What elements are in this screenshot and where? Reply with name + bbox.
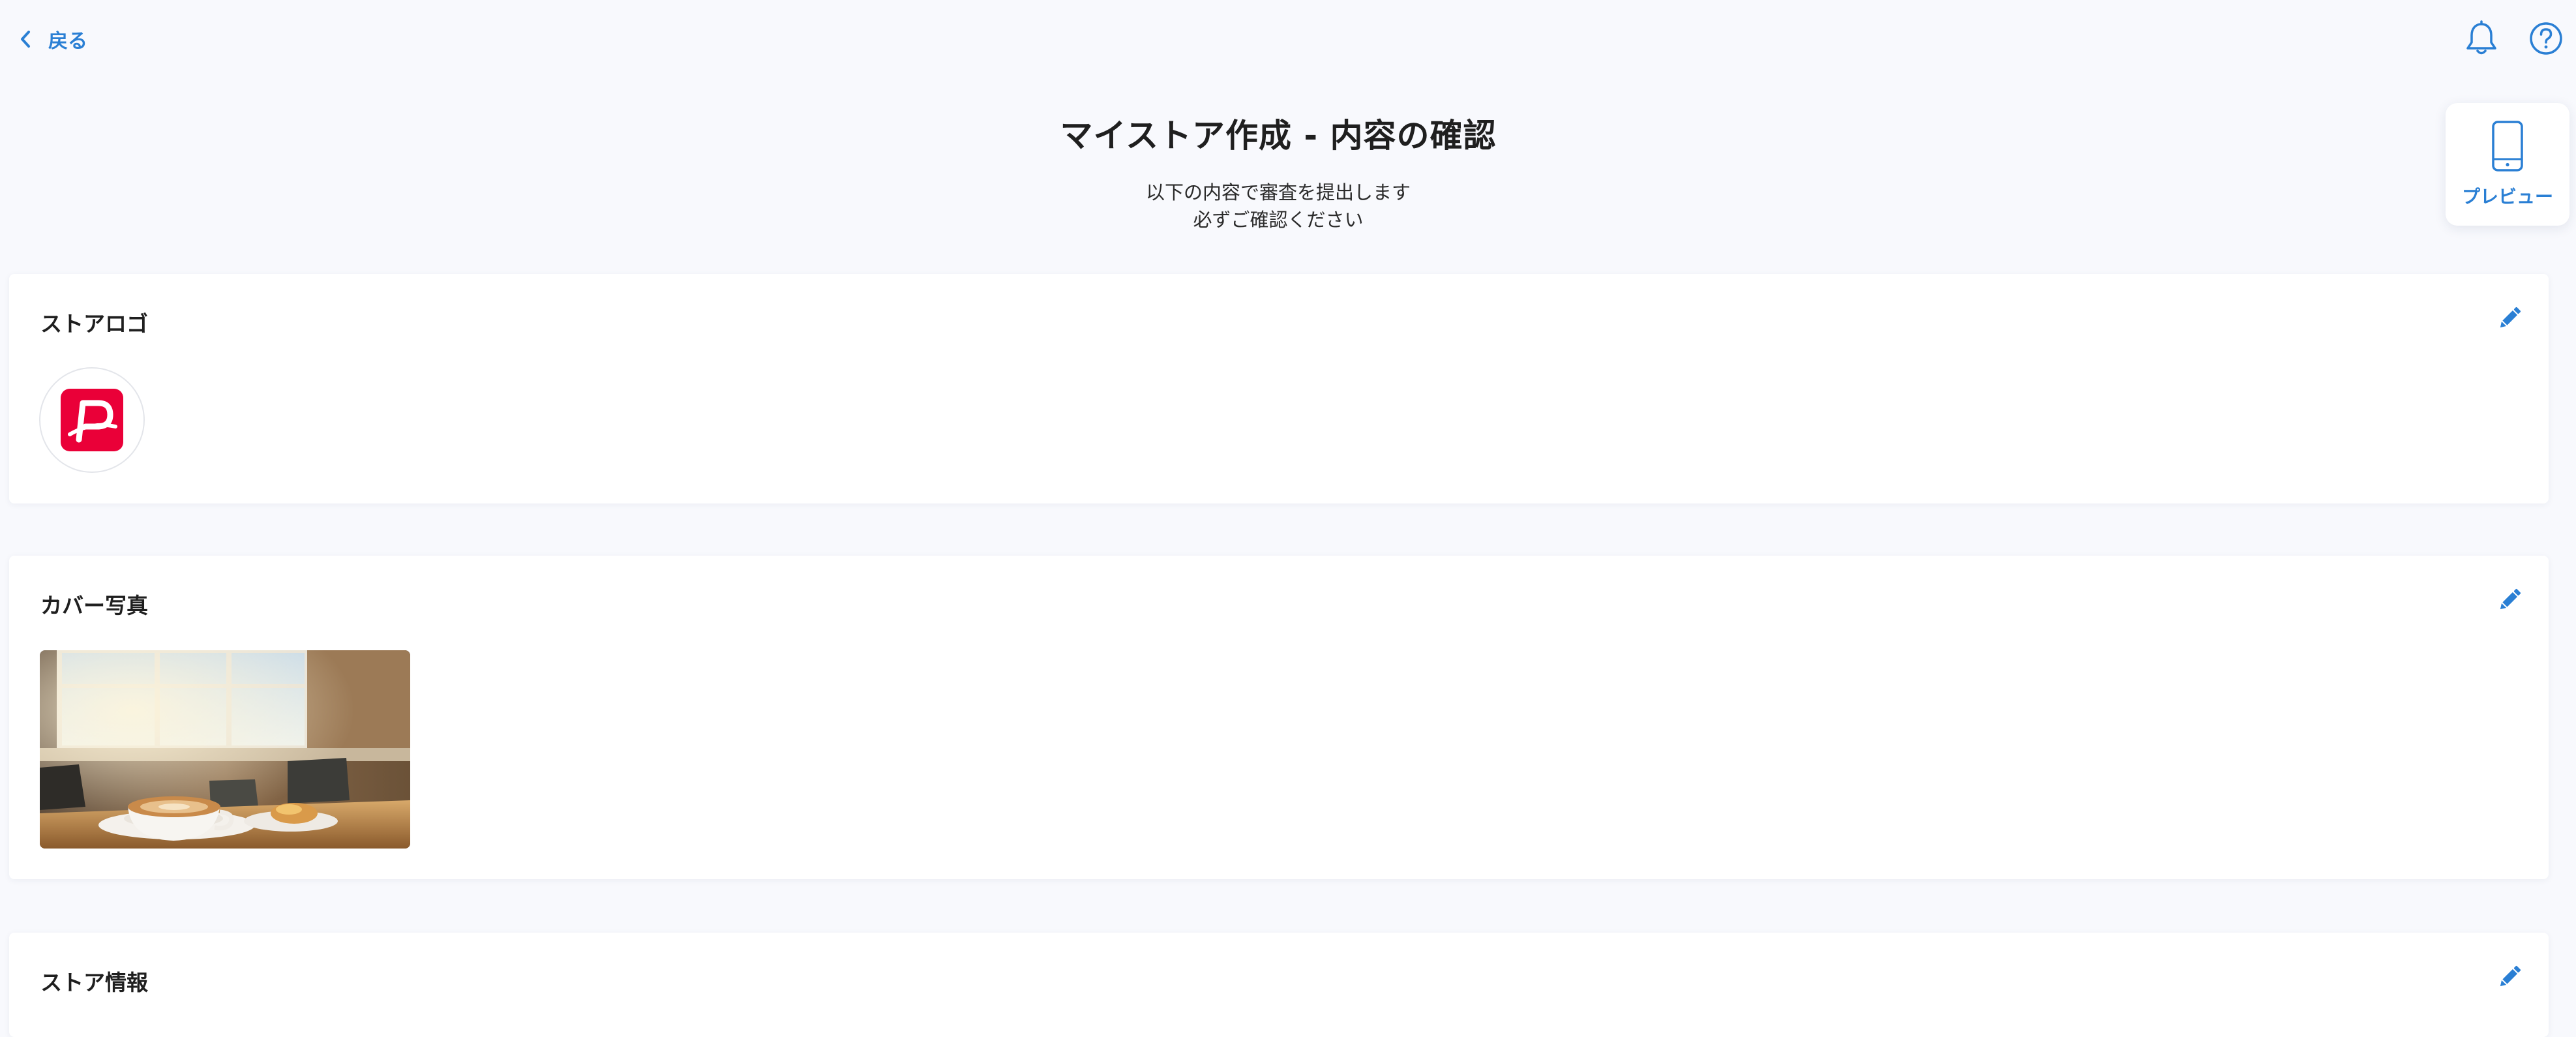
store-logo-card: ストアロゴ: [9, 274, 2549, 503]
pencil-icon: [2496, 305, 2523, 334]
store-logo-image: [39, 367, 145, 473]
page-title: マイストア作成 - 内容の確認: [1060, 117, 1497, 155]
preview-button[interactable]: プレビュー: [2446, 103, 2569, 226]
back-label: 戻る: [48, 30, 87, 53]
section-title-cover-photo: カバー写真: [40, 593, 148, 618]
pencil-icon: [2496, 964, 2523, 993]
back-link[interactable]: 戻る: [16, 25, 87, 53]
cover-photo-card: カバー写真: [9, 556, 2549, 879]
page-subtitle: 以下の内容で審査を提出します 必ずご確認ください: [0, 179, 2556, 233]
question-circle-icon[interactable]: [2526, 18, 2566, 59]
smartphone-icon: [2491, 120, 2524, 175]
edit-store-info-button[interactable]: [2495, 964, 2524, 993]
section-title-store-info: ストア情報: [40, 970, 148, 995]
pencil-icon: [2496, 587, 2523, 616]
preview-label: プレビュー: [2461, 186, 2553, 207]
edit-store-logo-button[interactable]: [2495, 305, 2524, 334]
subtitle-line-2: 必ずご確認ください: [1193, 209, 1364, 231]
store-info-card: ストア情報: [9, 933, 2549, 1037]
edit-cover-photo-button[interactable]: [2495, 587, 2524, 616]
chevron-left-icon: [16, 29, 35, 49]
cover-photo-image: [40, 650, 410, 849]
subtitle-line-1: 以下の内容で審査を提出します: [1145, 181, 1411, 203]
bell-icon[interactable]: [2462, 18, 2501, 59]
section-title-store-logo: ストアロゴ: [40, 311, 148, 337]
